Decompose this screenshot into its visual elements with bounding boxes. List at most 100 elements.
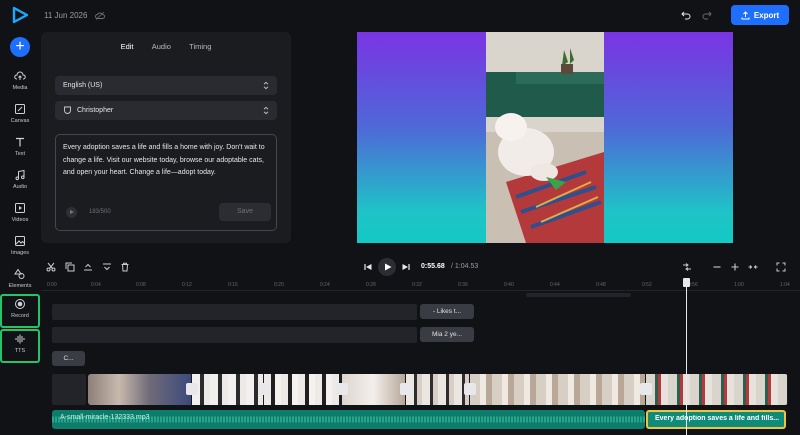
sidebar-item-label: Record [11, 313, 29, 319]
sidebar-item-label: Audio [12, 184, 28, 190]
transition-icon[interactable] [186, 383, 198, 395]
shapes-icon [14, 268, 25, 279]
video-clip[interactable] [406, 374, 470, 405]
language-value: English (US) [63, 82, 103, 89]
trash-icon[interactable] [120, 262, 130, 272]
left-rail: + Media Canvas Text Audio Videos Images … [0, 0, 40, 435]
transition-icon[interactable] [640, 383, 652, 395]
video-clip[interactable] [264, 374, 342, 405]
redo-icon[interactable] [702, 10, 712, 20]
ruler-tick: 0:08 [136, 282, 146, 288]
send-backward-icon[interactable] [102, 262, 112, 272]
language-select[interactable]: English (US) [55, 76, 277, 95]
export-label: Export [753, 10, 780, 20]
split-view-icon[interactable] [682, 262, 692, 272]
tab-timing[interactable]: Timing [189, 42, 211, 51]
sidebar-item-images[interactable]: Images [2, 233, 38, 263]
export-button[interactable]: Export [731, 5, 789, 25]
canvas-icon [15, 104, 25, 114]
ruler-tick: 0:24 [320, 282, 330, 288]
tts-text-area[interactable]: Every adoption saves a life and fills a … [55, 134, 277, 231]
preview-play-button[interactable] [66, 207, 77, 218]
music-note-icon [15, 169, 25, 181]
tts-clip-label: Every adoption saves a life and fills... [655, 415, 779, 422]
video-clip[interactable] [646, 374, 788, 405]
audio-track[interactable]: A-small-miracle-132333.mp3 [52, 410, 645, 429]
text-icon [16, 137, 24, 147]
chevron-updown-icon [263, 81, 269, 90]
sidebar-item-label: Media [12, 85, 28, 91]
playhead[interactable] [686, 278, 687, 435]
chevron-updown-icon [263, 106, 269, 115]
video-preview[interactable] [357, 32, 733, 243]
caption-clip[interactable]: C... [52, 351, 85, 366]
zoom-in-icon[interactable] [730, 262, 740, 272]
scissors-icon[interactable] [46, 262, 56, 272]
ruler-tick: 0:52 [642, 282, 652, 288]
ruler-tick: 0:04 [91, 282, 101, 288]
upload-icon [741, 10, 750, 19]
ruler-tick: 1:04 [780, 282, 790, 288]
zoom-out-icon[interactable] [712, 262, 722, 272]
waveform-icon [15, 334, 25, 344]
transition-icon[interactable] [336, 383, 348, 395]
text-clip[interactable]: - Likes t... [420, 304, 474, 319]
sidebar-item-label: Text [14, 151, 26, 157]
total-duration: / 1:04.53 [451, 263, 479, 270]
duplicate-icon[interactable] [65, 262, 75, 272]
ruler-tick: 0:44 [550, 282, 560, 288]
sidebar-item-label: Elements [8, 283, 32, 289]
save-button[interactable]: Save [219, 203, 271, 221]
voice-select[interactable]: Christopher [55, 101, 277, 120]
sidebar-item-label: Images [10, 250, 30, 256]
sidebar-item-label: TTS [14, 348, 26, 354]
text-track[interactable] [52, 304, 417, 320]
skip-back-icon[interactable] [363, 262, 373, 272]
text-track[interactable] [52, 327, 417, 343]
video-track-gap [52, 374, 86, 405]
kitten-photo [486, 32, 604, 243]
sidebar-item-canvas[interactable]: Canvas [2, 101, 38, 131]
add-button[interactable]: + [10, 37, 30, 57]
sidebar-item-text[interactable]: Text [2, 134, 38, 164]
transition-icon[interactable] [464, 383, 476, 395]
tts-clip[interactable]: Every adoption saves a life and fills... [646, 410, 786, 429]
video-clip[interactable] [88, 374, 192, 405]
timeline-track[interactable] [526, 293, 631, 297]
fit-timeline-icon[interactable] [748, 262, 758, 272]
bring-forward-icon[interactable] [83, 262, 93, 272]
video-track[interactable] [88, 374, 788, 405]
record-icon [15, 299, 25, 309]
ruler-tick: 0:36 [458, 282, 468, 288]
sidebar-item-record[interactable]: Record [0, 294, 40, 328]
play-icon [385, 263, 392, 271]
video-play-icon [15, 203, 25, 213]
panel-tabs: Edit Audio Timing [41, 42, 291, 51]
tab-audio[interactable]: Audio [152, 42, 171, 51]
transition-icon[interactable] [400, 383, 412, 395]
app-logo-icon[interactable] [11, 6, 29, 24]
ruler-tick: 0:12 [182, 282, 192, 288]
tts-edit-panel: Edit Audio Timing English (US) Christoph… [41, 32, 291, 243]
cloud-sync-icon [95, 11, 105, 20]
sidebar-item-audio[interactable]: Audio [2, 167, 38, 197]
video-clip[interactable] [192, 374, 264, 405]
skip-forward-icon[interactable] [401, 262, 411, 272]
video-clip[interactable] [342, 374, 406, 405]
play-button[interactable] [378, 258, 396, 276]
transition-icon[interactable] [258, 383, 270, 395]
sidebar-item-elements[interactable]: Elements [2, 266, 38, 296]
sidebar-item-videos[interactable]: Videos [2, 200, 38, 230]
ruler-tick: 0:28 [366, 282, 376, 288]
sidebar-item-tts[interactable]: TTS [0, 329, 40, 363]
ruler-tick: 0:40 [504, 282, 514, 288]
tab-edit[interactable]: Edit [121, 42, 134, 51]
video-clip[interactable] [470, 374, 646, 405]
text-clip[interactable]: Mia 2 ye... [420, 327, 474, 342]
sidebar-item-media[interactable]: Media [2, 68, 38, 98]
project-date: 11 Jun 2026 [44, 11, 88, 20]
undo-icon[interactable] [681, 10, 691, 20]
playhead-handle[interactable] [683, 278, 690, 287]
tts-text[interactable]: Every adoption saves a life and fills a … [63, 142, 273, 180]
fullscreen-icon[interactable] [776, 262, 786, 272]
